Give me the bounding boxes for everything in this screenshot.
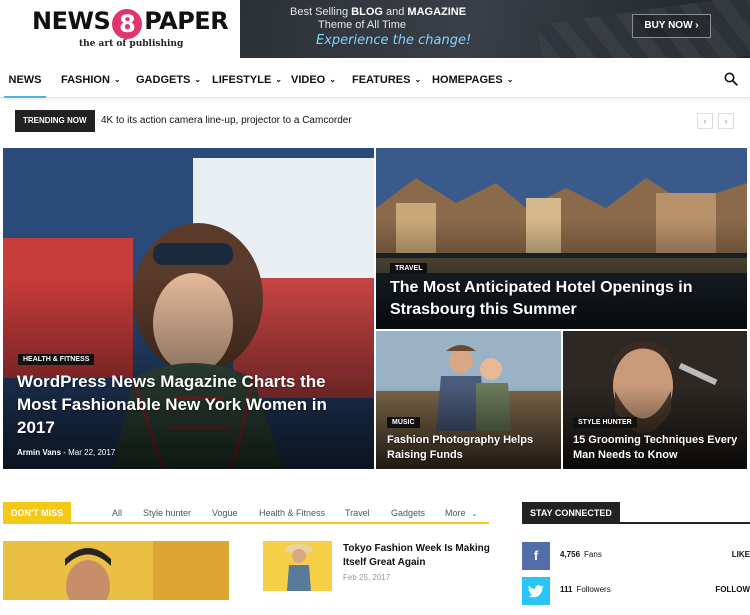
facebook-icon[interactable]: f <box>522 542 550 570</box>
buy-now-button[interactable]: BUY NOW › <box>632 14 711 38</box>
category-badge[interactable]: HEALTH & FITNESS <box>18 354 95 365</box>
filter-tab-style-hunter[interactable]: Style hunter <box>143 502 191 524</box>
banner-subheadline: Theme of All Time <box>318 19 407 31</box>
search-icon[interactable] <box>724 72 738 86</box>
featured-title[interactable]: WordPress News Magazine Charts the Most … <box>17 370 327 439</box>
social-count: 111 Followers <box>560 585 611 594</box>
dont-miss-header: DON'T MISS All Style hunter Vogue Health… <box>3 502 489 524</box>
featured-article-travel[interactable]: TRAVEL The Most Anticipated Hotel Openin… <box>376 148 747 329</box>
thumbnail-image-woman <box>263 541 332 591</box>
filter-tab-gadgets[interactable]: Gadgets <box>391 502 425 524</box>
stay-connected-header: STAY CONNECTED <box>522 502 750 524</box>
header-ad-banner[interactable]: Best Selling BLOG and MAGAZINE Theme of … <box>240 0 750 58</box>
logo-number: 8 <box>112 9 143 39</box>
social-count: 4,756 Fans <box>560 550 602 559</box>
trending-prev-button[interactable]: ‹ <box>697 113 713 129</box>
chevron-down-icon: ⌄ <box>113 75 121 84</box>
category-badge[interactable]: MUSIC <box>387 417 420 428</box>
trending-headline-link[interactable]: 4K to its action camera line-up, project… <box>101 110 352 132</box>
nav-item-features[interactable]: FEATURES ⌄ <box>352 62 421 98</box>
featured-title[interactable]: 15 Grooming Techniques Every Man Needs t… <box>573 433 743 463</box>
nav-item-lifestyle[interactable]: LIFESTYLE ⌄ <box>212 62 282 98</box>
author-name[interactable]: Armin Vans <box>17 448 61 457</box>
banner-headline: Best Selling BLOG and MAGAZINE <box>290 6 467 18</box>
category-badge[interactable]: STYLE HUNTER <box>573 417 637 428</box>
featured-article-main[interactable]: HEALTH & FITNESS WordPress News Magazine… <box>3 148 374 469</box>
twitter-icon[interactable] <box>522 577 550 605</box>
logo-wordmark: NEWS 8 PAPER <box>32 7 229 39</box>
twitter-bird-icon <box>528 585 544 598</box>
dont-miss-main-thumbnail[interactable] <box>3 541 229 600</box>
featured-title[interactable]: Fashion Photography Helps Raising Funds <box>387 433 552 463</box>
chevron-down-icon: ⌄ <box>275 75 282 84</box>
main-nav: NEWS FASHION ⌄ GADGETS ⌄ LIFESTYLE ⌄ VIDEO ⌄… <box>0 62 750 98</box>
site-logo[interactable]: NEWS 8 PAPER the art of publishing <box>0 0 240 58</box>
chevron-down-icon: ⌄ <box>329 75 336 84</box>
facebook-like-button[interactable]: LIKE <box>732 550 750 559</box>
chevron-down-icon: ⌄ <box>194 75 202 84</box>
logo-word-1: NEWS <box>32 7 111 35</box>
trending-label: TRENDING NOW <box>15 110 95 132</box>
dont-miss-article-thumbnail[interactable] <box>263 541 332 591</box>
article-meta: Armin Vans - Mar 22, 2017 <box>17 448 116 457</box>
logo-word-2: PAPER <box>144 7 229 35</box>
nav-item-fashion[interactable]: FASHION ⌄ <box>61 62 121 98</box>
category-badge[interactable]: TRAVEL <box>390 263 428 274</box>
thumbnail-image-man <box>3 541 229 600</box>
chevron-down-icon: ⌄ <box>414 75 422 84</box>
social-row-facebook: f 4,756 Fans LIKE <box>522 542 750 570</box>
header: NEWS 8 PAPER the art of publishing Best Se… <box>0 0 750 58</box>
filter-tab-vogue[interactable]: Vogue <box>212 502 238 524</box>
article-date: Mar 22, 2017 <box>68 448 116 457</box>
filter-tab-more[interactable]: More ⌄ <box>445 502 477 524</box>
twitter-follow-button[interactable]: FOLLOW <box>715 585 750 594</box>
nav-item-video[interactable]: VIDEO ⌄ <box>291 62 336 98</box>
banner-slogan: Experience the change! <box>316 33 472 48</box>
filter-tab-health-fitness[interactable]: Health & Fitness <box>259 502 325 524</box>
social-row-twitter: 111 Followers FOLLOW <box>522 577 750 605</box>
nav-item-news[interactable]: NEWS <box>4 62 46 98</box>
trending-bar: TRENDING NOW 4K to its action camera lin… <box>15 110 735 134</box>
dont-miss-article-date: Feb 25, 2017 <box>343 573 391 582</box>
stay-connected-label: STAY CONNECTED <box>522 502 620 524</box>
chevron-down-icon: ⌄ <box>471 511 478 518</box>
featured-article-music[interactable]: MUSIC Fashion Photography Helps Raising … <box>376 331 561 469</box>
dont-miss-article-title[interactable]: Tokyo Fashion Week Is Making Itself Grea… <box>343 542 493 570</box>
featured-title[interactable]: The Most Anticipated Hotel Openings in S… <box>390 277 720 321</box>
dont-miss-label: DON'T MISS <box>3 502 72 524</box>
filter-tab-travel[interactable]: Travel <box>345 502 370 524</box>
featured-article-style[interactable]: STYLE HUNTER 15 Grooming Techniques Ever… <box>563 331 747 469</box>
logo-tagline: the art of publishing <box>79 39 184 49</box>
trending-next-button[interactable]: › <box>718 113 734 129</box>
chevron-down-icon: ⌄ <box>506 75 514 84</box>
nav-item-homepages[interactable]: HOMEPAGES ⌄ <box>432 62 513 98</box>
nav-item-gadgets[interactable]: GADGETS ⌄ <box>136 62 201 98</box>
filter-tab-all[interactable]: All <box>112 502 122 524</box>
